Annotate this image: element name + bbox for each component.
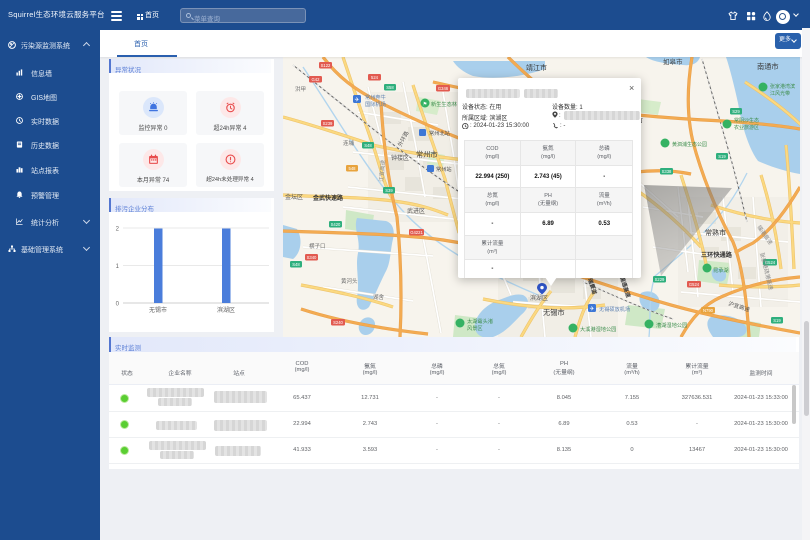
svg-text:G4221: G4221 bbox=[410, 230, 423, 235]
svg-text:S240: S240 bbox=[333, 320, 343, 325]
svg-text:国际机场: 国际机场 bbox=[365, 100, 386, 108]
svg-text:S58: S58 bbox=[386, 85, 394, 90]
svg-text:江风光带: 江风光带 bbox=[770, 90, 790, 97]
svg-text:N790: N790 bbox=[703, 308, 714, 313]
svg-text:⚑: ⚑ bbox=[423, 102, 427, 108]
svg-text:常州北站: 常州北站 bbox=[429, 129, 450, 137]
svg-text:靖江市: 靖江市 bbox=[526, 63, 547, 72]
svg-text:S48: S48 bbox=[292, 262, 300, 267]
svg-text:漕湖湿地公园: 漕湖湿地公园 bbox=[656, 321, 687, 329]
svg-text:常州市: 常州市 bbox=[416, 150, 438, 159]
svg-text:1: 1 bbox=[116, 264, 120, 270]
svg-text:常州站: 常州站 bbox=[436, 165, 452, 173]
svg-text:黄河头: 黄河头 bbox=[341, 277, 358, 285]
svg-text:武进区: 武进区 bbox=[407, 207, 425, 215]
svg-text:如皋市: 如皋市 bbox=[663, 57, 683, 66]
svg-text:S29: S29 bbox=[732, 109, 740, 114]
svg-text:湖舍: 湖舍 bbox=[373, 293, 385, 301]
svg-text:S420: S420 bbox=[331, 222, 341, 227]
svg-text:南通市: 南通市 bbox=[757, 62, 779, 71]
svg-text:新生生态林: 新生生态林 bbox=[431, 100, 458, 108]
svg-text:大溪港湿地公园: 大溪港湿地公园 bbox=[580, 325, 616, 333]
svg-text:S48: S48 bbox=[364, 143, 372, 148]
svg-text:钟楼区: 钟楼区 bbox=[391, 154, 409, 162]
svg-text:无锡市: 无锡市 bbox=[149, 306, 167, 314]
svg-text:黄泗浦生态公园: 黄泗浦生态公园 bbox=[672, 141, 707, 148]
svg-text:S122: S122 bbox=[321, 63, 331, 68]
svg-text:S229: S229 bbox=[655, 277, 665, 282]
svg-text:横子口: 横子口 bbox=[309, 242, 326, 250]
svg-text:常州奔牛: 常州奔牛 bbox=[365, 93, 386, 101]
svg-text:金武快速路: 金武快速路 bbox=[312, 194, 344, 202]
svg-text:524: 524 bbox=[371, 75, 379, 80]
svg-text:无锡硕放机场: 无锡硕放机场 bbox=[599, 305, 630, 313]
svg-text:S239: S239 bbox=[323, 121, 333, 126]
svg-text:常阴沙生态: 常阴沙生态 bbox=[734, 117, 759, 124]
svg-text:无锡市: 无锡市 bbox=[543, 308, 565, 317]
svg-text:S39: S39 bbox=[385, 188, 393, 193]
svg-text:农业旅游区: 农业旅游区 bbox=[734, 124, 759, 131]
svg-text:滨湖区: 滨湖区 bbox=[217, 306, 235, 314]
svg-text:连埔: 连埔 bbox=[343, 139, 355, 147]
svg-text:S19: S19 bbox=[773, 318, 781, 323]
svg-text:G346: G346 bbox=[438, 86, 449, 91]
svg-text:洪甲: 洪甲 bbox=[295, 85, 306, 93]
svg-text:2: 2 bbox=[116, 227, 120, 233]
svg-text:S340: S340 bbox=[307, 255, 317, 260]
svg-text:昆承湖: 昆承湖 bbox=[713, 266, 729, 274]
svg-text:G42: G42 bbox=[312, 77, 321, 82]
svg-text:滨湖区: 滨湖区 bbox=[530, 294, 548, 302]
svg-text:张家港湾滨: 张家港湾滨 bbox=[770, 83, 795, 90]
svg-text:0: 0 bbox=[116, 302, 120, 308]
svg-text:G524: G524 bbox=[689, 282, 700, 287]
svg-text:太湖鼋头渚: 太湖鼋头渚 bbox=[467, 317, 493, 325]
svg-text:S19: S19 bbox=[718, 154, 726, 159]
svg-text:金坛区: 金坛区 bbox=[285, 193, 303, 201]
svg-text:风景区: 风景区 bbox=[467, 325, 483, 332]
svg-text:✈: ✈ bbox=[589, 306, 594, 313]
svg-text:三环快通路: 三环快通路 bbox=[701, 251, 733, 259]
svg-text:✈: ✈ bbox=[354, 97, 359, 104]
svg-text:常熟市: 常熟市 bbox=[705, 228, 726, 237]
svg-text:548: 548 bbox=[349, 166, 357, 171]
svg-text:S338: S338 bbox=[662, 169, 672, 174]
